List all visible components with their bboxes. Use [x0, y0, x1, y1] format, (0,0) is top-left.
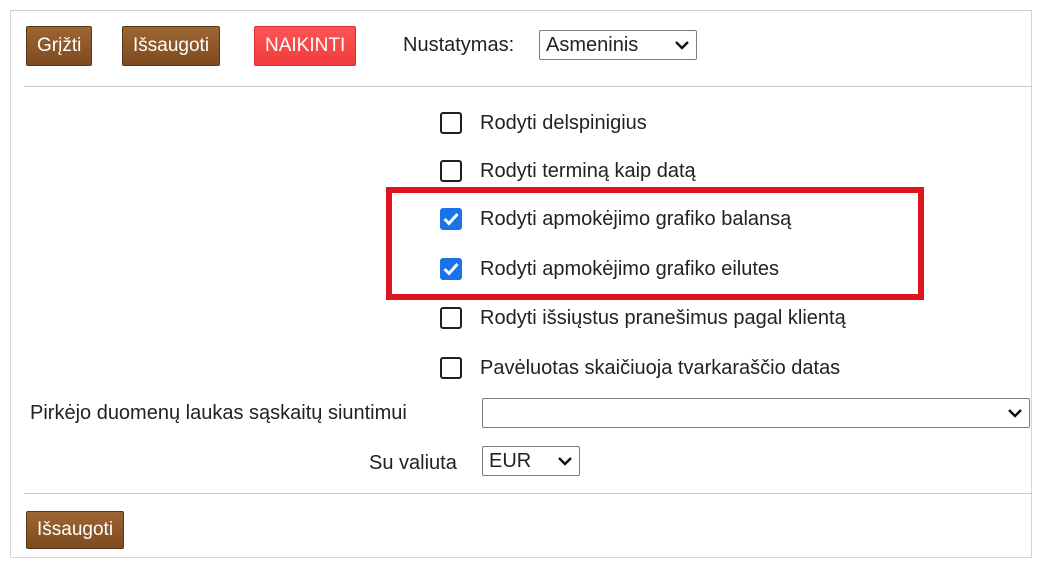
- option-checkbox[interactable]: [440, 357, 462, 379]
- highlight-box: [386, 187, 924, 300]
- setting-label: Nustatymas:: [403, 34, 515, 56]
- buyer-field-label: Pirkėjo duomenų laukas sąskaitų siuntimu…: [30, 402, 407, 424]
- setting-select-value: Asmeninis: [546, 34, 639, 56]
- option-checkbox[interactable]: [440, 160, 462, 182]
- footer-divider: [24, 493, 1032, 494]
- buyer-field-select[interactable]: [482, 398, 1030, 428]
- option-checkbox[interactable]: [440, 112, 462, 134]
- currency-select[interactable]: EUR: [482, 446, 580, 476]
- option-label: Rodyti išsiųstus pranešimus pagal klient…: [480, 307, 846, 329]
- save-button-bottom[interactable]: Išsaugoti: [26, 511, 125, 549]
- currency-label: Su valiuta: [369, 452, 457, 474]
- currency-value: EUR: [489, 450, 532, 472]
- chevron-down-icon: [558, 457, 572, 466]
- option-label: Rodyti terminą kaip datą: [480, 160, 696, 182]
- option-checkbox[interactable]: [440, 307, 462, 329]
- chevron-down-icon: [675, 41, 689, 50]
- delete-button[interactable]: NAIKINTI: [254, 26, 357, 66]
- back-button[interactable]: Grįžti: [26, 26, 93, 66]
- save-button-top[interactable]: Išsaugoti: [122, 26, 221, 66]
- option-label: Rodyti delspinigius: [480, 112, 647, 134]
- option-label: Pavėluotas skaičiuoja tvarkaraščio datas: [480, 357, 841, 379]
- toolbar-divider: [24, 86, 1032, 87]
- chevron-down-icon: [1008, 409, 1022, 418]
- setting-select[interactable]: Asmeninis: [539, 30, 697, 60]
